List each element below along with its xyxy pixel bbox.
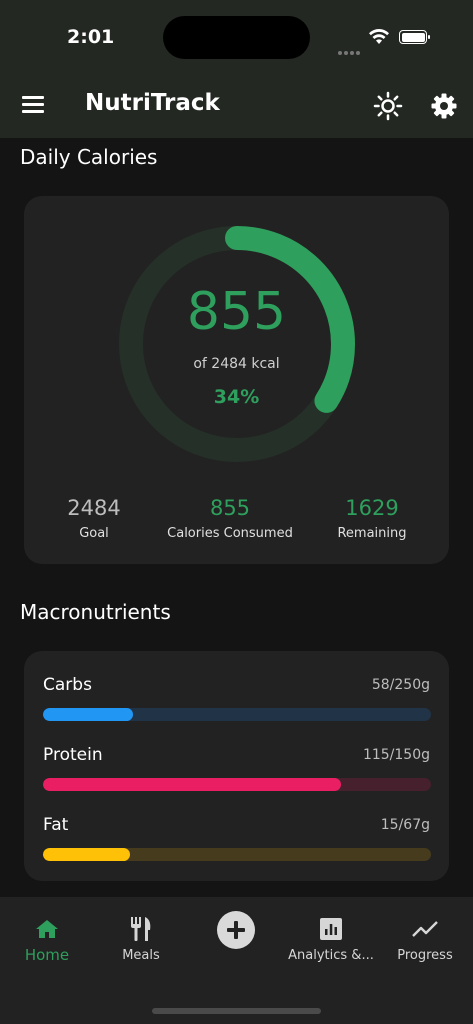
macros-card: Carbs 58/250g Protein 115/150g Fat 15/67…: [24, 651, 449, 881]
nav-analytics[interactable]: Analytics &...: [284, 897, 378, 977]
macro-fat-value: 15/67g: [380, 817, 430, 833]
stat-consumed-label: Calories Consumed: [167, 526, 293, 541]
macro-fat-fill: [43, 848, 130, 861]
battery-icon: [399, 30, 430, 44]
macro-carbs-track: [43, 708, 431, 721]
daily-calories-title: Daily Calories: [20, 145, 158, 169]
macro-fat-name: Fat: [43, 815, 69, 835]
home-icon: [36, 920, 58, 938]
nav-home-label: Home: [24, 946, 70, 964]
nav-meals-label: Meals: [122, 948, 160, 963]
signal-icon: [338, 40, 362, 59]
menu-button[interactable]: [21, 94, 45, 116]
nav-progress[interactable]: Progress: [378, 897, 472, 977]
macro-carbs-fill: [43, 708, 134, 721]
macro-protein-fill: [43, 778, 341, 791]
stat-goal-value: 2484: [67, 496, 121, 520]
stat-remaining: 1629 Remaining: [297, 496, 447, 541]
nav-analytics-label: Analytics &...: [288, 948, 374, 963]
calorie-progress-ring: [119, 226, 355, 462]
status-time: 2:01: [67, 26, 115, 48]
nav-add[interactable]: [189, 897, 283, 977]
dynamic-island: [163, 16, 310, 59]
macro-protein-name: Protein: [43, 745, 103, 765]
stat-consumed: 855 Calories Consumed: [155, 496, 305, 541]
stat-remaining-value: 1629: [345, 496, 399, 520]
theme-toggle-sun-icon[interactable]: [373, 91, 403, 121]
fork-knife-icon: [131, 917, 151, 941]
macro-fat-track: [43, 848, 431, 861]
analytics-icon: [320, 918, 342, 940]
settings-gear-icon[interactable]: [430, 92, 458, 120]
macro-carbs-name: Carbs: [43, 675, 92, 695]
calories-goal-text: of 2484 kcal: [193, 356, 280, 372]
wifi-icon: [369, 28, 389, 44]
macro-protein-track: [43, 778, 431, 791]
calories-card: 855 of 2484 kcal 34% 2484 Goal 855 Calor…: [24, 196, 449, 564]
trend-icon: [412, 921, 438, 937]
calories-consumed-value: 855: [186, 282, 287, 342]
nav-home[interactable]: Home: [0, 897, 94, 977]
home-indicator: [152, 1008, 321, 1014]
top-bar: 2:01 NutriTrack: [0, 0, 473, 138]
bottom-navigation: Home Meals Analytics &... Progress: [0, 897, 473, 1024]
stat-consumed-value: 855: [209, 496, 251, 520]
stat-goal: 2484 Goal: [19, 496, 169, 541]
macronutrients-title: Macronutrients: [20, 600, 171, 624]
macro-carbs-value: 58/250g: [371, 677, 430, 693]
stat-goal-label: Goal: [79, 526, 109, 541]
add-circle-icon: [217, 911, 255, 949]
app-title: NutriTrack: [85, 90, 220, 116]
nav-meals[interactable]: Meals: [94, 897, 188, 977]
nav-progress-label: Progress: [397, 948, 453, 963]
stat-remaining-label: Remaining: [337, 526, 407, 541]
macro-protein-value: 115/150g: [362, 747, 430, 763]
calories-percent: 34%: [213, 386, 260, 408]
